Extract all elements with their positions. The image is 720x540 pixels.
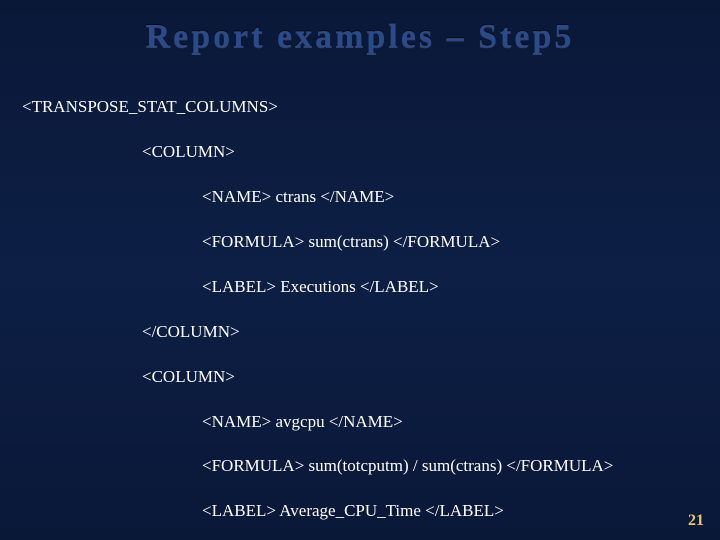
code-block: <TRANSPOSE_STAT_COLUMNS> <COLUMN> <NAME>… [22, 74, 698, 540]
xml-column-open: <COLUMN> [22, 366, 698, 388]
xml-name: <NAME> avgcpu </NAME> [22, 411, 698, 433]
xml-formula: <FORMULA> sum(totcputm) / sum(ctrans) </… [22, 455, 698, 477]
xml-column-close: </COLUMN> [22, 321, 698, 343]
xml-root-open: <TRANSPOSE_STAT_COLUMNS> [22, 96, 698, 118]
xml-name: <NAME> ctrans </NAME> [22, 186, 698, 208]
slide: Report examples – Step5 <TRANSPOSE_STAT_… [0, 0, 720, 540]
xml-formula: <FORMULA> sum(ctrans) </FORMULA> [22, 231, 698, 253]
slide-title: Report examples – Step5 [22, 18, 698, 56]
xml-column-open: <COLUMN> [22, 141, 698, 163]
xml-label: <LABEL> Average_CPU_Time </LABEL> [22, 500, 698, 522]
page-number: 21 [688, 512, 704, 530]
xml-label: <LABEL> Executions </LABEL> [22, 276, 698, 298]
